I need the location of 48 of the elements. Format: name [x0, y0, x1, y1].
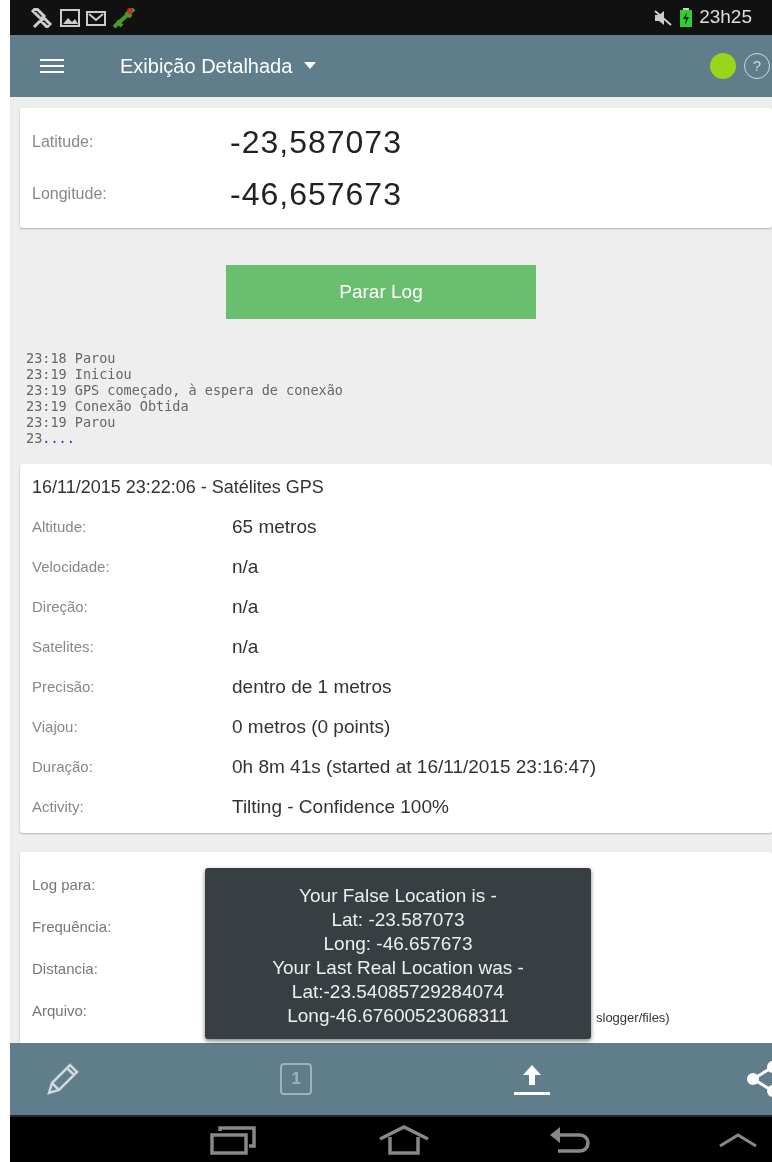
field-label: Velocidade:: [32, 556, 111, 577]
log-line: 23:19 Conexão Obtida: [26, 398, 190, 414]
location-toast: Your False Location is - Lat: -23.587073 Long: -46.657673 Your Last Real Location was - Lat:-23.54085729284074 Long-46.67600523068311: [205, 868, 591, 1039]
field-label: Arquivo:: [32, 1000, 89, 1021]
coordinate-value: -46,657673: [230, 175, 402, 214]
recent-apps-icon[interactable]: [210, 1124, 258, 1155]
image-icon: [60, 8, 80, 27]
more-link[interactable]: ....: [42, 430, 75, 446]
mute-icon: [653, 8, 674, 27]
field-label: Direção:: [32, 596, 89, 617]
field-label: Precisão:: [32, 676, 96, 697]
field-label: Longitude:: [32, 184, 108, 204]
card-title: 16/11/2015 23:22:06 - Satélites GPS: [32, 476, 325, 499]
log-line: 23:19 GPS começado, à espera de conexão: [26, 382, 344, 398]
field-value: Tilting - Confidence 100%: [232, 794, 449, 819]
log-line: 23:19 Parou: [26, 414, 117, 430]
log-line: 23:18 Parou: [26, 350, 117, 366]
field-value: n/a: [232, 554, 259, 579]
home-icon[interactable]: [378, 1124, 430, 1155]
field-label: Log para:: [32, 874, 97, 895]
back-icon[interactable]: [548, 1124, 592, 1155]
field-label: Altitude:: [32, 516, 88, 537]
field-label: Duração:: [32, 756, 94, 777]
field-value: n/a: [232, 634, 259, 659]
caret-icon: [304, 62, 317, 70]
field-value: 0 metros (0 points): [232, 714, 391, 739]
field-value: 0h 8m 41s (started at 16/11/2015 23:16:47): [232, 754, 597, 779]
share-icon[interactable]: [745, 1059, 772, 1099]
battery-icon: [679, 7, 694, 28]
field-value: dentro de 1 metros: [232, 674, 392, 699]
field-value: n/a: [232, 594, 259, 619]
coordinate-value: -23,587073: [230, 123, 402, 162]
field-value: slogger/files): [596, 1009, 670, 1028]
view-dropdown[interactable]: Exibição Detalhada: [120, 51, 317, 81]
stop-log-button[interactable]: Parar Log: [226, 265, 536, 319]
field-label: Satelites:: [32, 636, 95, 657]
field-label: Distancia:: [32, 958, 99, 979]
field-label: Latitude:: [32, 132, 95, 152]
log-line: 23:19 Iniciou: [26, 366, 133, 382]
field-value: 65 metros: [232, 514, 317, 539]
field-label: Activity:: [32, 796, 85, 817]
field-label: Frequência:: [32, 916, 113, 937]
log-line: 23: [26, 430, 43, 446]
clock: 23h25: [699, 5, 752, 30]
field-label: Viajou:: [32, 716, 79, 737]
mail-icon: [86, 8, 106, 27]
menu-icon[interactable]: [40, 57, 64, 75]
counter-button[interactable]: 1: [280, 1063, 313, 1095]
